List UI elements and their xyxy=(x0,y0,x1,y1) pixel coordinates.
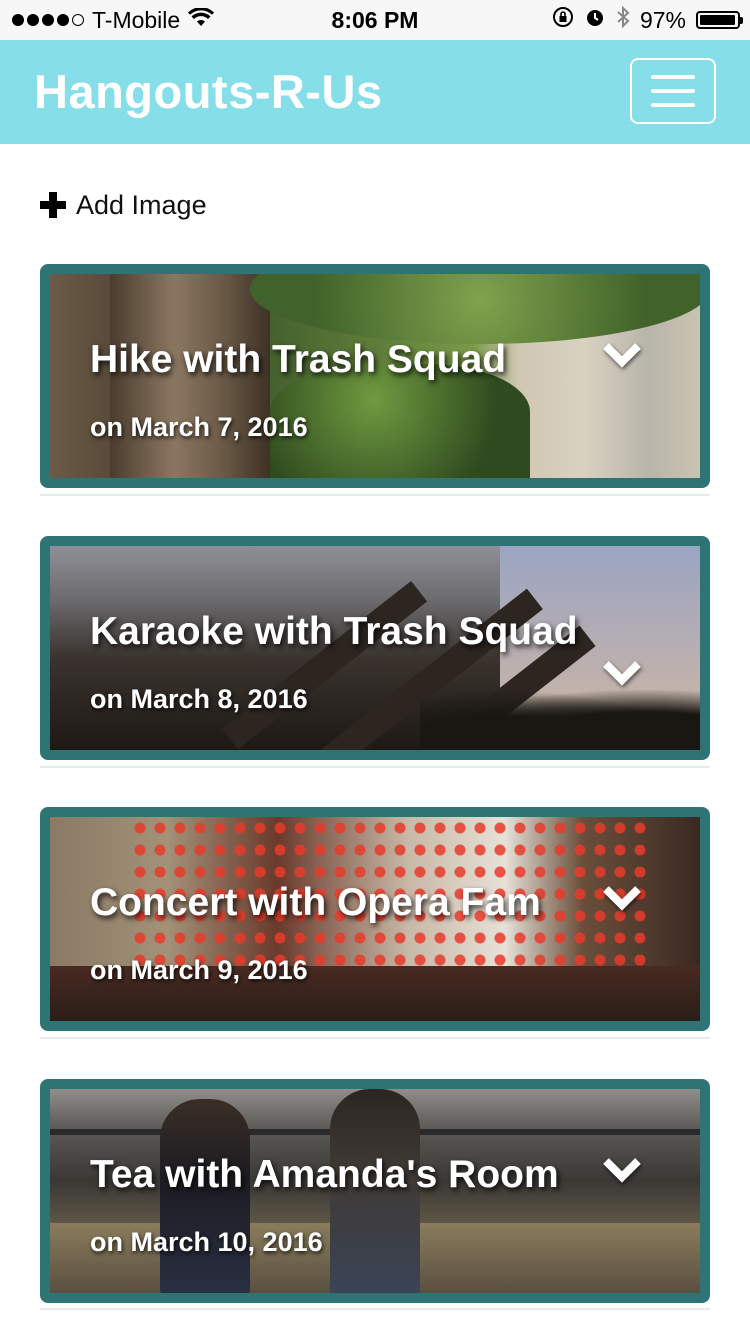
status-left: T-Mobile xyxy=(12,0,215,40)
event-card-date: on March 9, 2016 xyxy=(90,955,308,985)
event-card-title: Karaoke with Trash Squad xyxy=(90,610,578,653)
alarm-icon xyxy=(584,6,606,34)
rotation-lock-icon xyxy=(552,6,574,34)
event-card-title: Hike with Trash Squad xyxy=(90,338,507,381)
bluetooth-icon xyxy=(616,5,630,35)
plus-icon xyxy=(40,192,66,218)
navbar: Hangouts-R-Us xyxy=(0,40,750,144)
chevron-down-icon[interactable] xyxy=(602,340,642,380)
status-right: 97% xyxy=(552,0,743,40)
chevron-down-icon[interactable] xyxy=(602,658,642,698)
event-card-date: on March 8, 2016 xyxy=(90,684,308,714)
status-bar: T-Mobile 8:06 PM 97% xyxy=(0,0,750,40)
hamburger-menu-icon[interactable] xyxy=(630,58,716,124)
signal-dots-icon xyxy=(12,14,84,26)
event-card-title: Concert with Opera Fam xyxy=(90,881,541,924)
card-divider xyxy=(40,766,710,768)
chevron-down-icon[interactable] xyxy=(602,1155,642,1195)
event-card-date: on March 10, 2016 xyxy=(90,1227,323,1257)
carrier-label: T-Mobile xyxy=(92,6,181,33)
wifi-icon xyxy=(188,6,215,34)
card-divider xyxy=(40,1308,710,1310)
battery-icon xyxy=(696,11,743,29)
card-divider xyxy=(40,494,710,496)
add-image-label: Add Image xyxy=(76,189,207,220)
brand-title[interactable]: Hangouts-R-Us xyxy=(34,62,383,122)
event-card-title: Tea with Amanda's Room xyxy=(90,1153,559,1196)
event-card-date: on March 7, 2016 xyxy=(90,412,308,442)
event-card[interactable]: Tea with Amanda's Room on March 10, 2016 xyxy=(40,1079,710,1303)
event-card[interactable]: Concert with Opera Fam on March 9, 2016 xyxy=(40,807,710,1031)
event-card[interactable]: Karaoke with Trash Squad on March 8, 201… xyxy=(40,536,710,760)
add-image-button[interactable]: Add Image xyxy=(40,184,207,226)
event-card[interactable]: Hike with Trash Squad on March 7, 2016 xyxy=(40,264,710,488)
chevron-down-icon[interactable] xyxy=(602,883,642,923)
battery-percent: 97% xyxy=(639,6,686,33)
card-divider xyxy=(40,1037,710,1039)
